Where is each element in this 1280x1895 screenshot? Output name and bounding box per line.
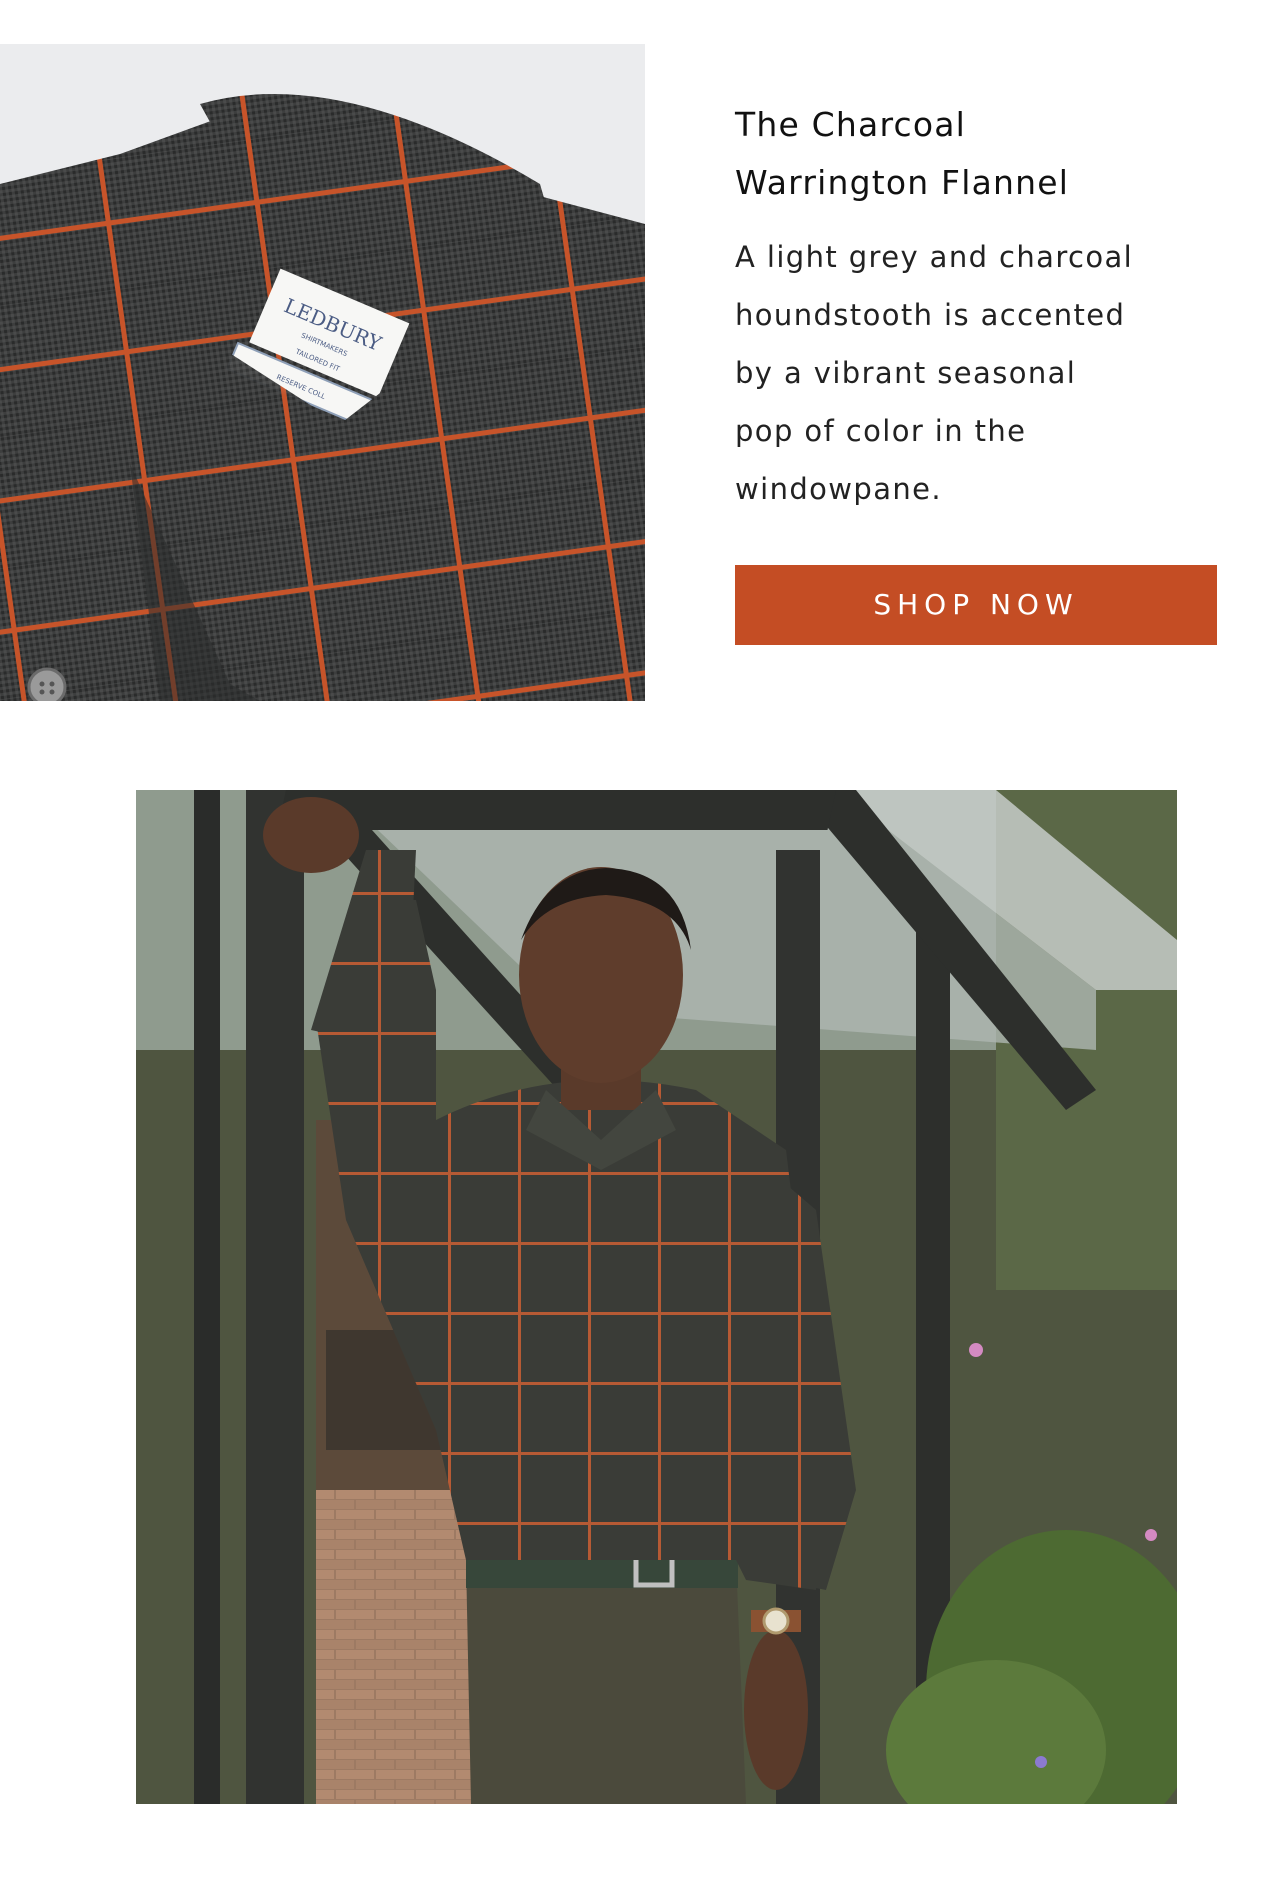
product-description-line: by a vibrant seasonal bbox=[735, 356, 1077, 390]
product-description-line: houndstooth is accented bbox=[735, 298, 1126, 332]
lifestyle-image bbox=[136, 790, 1177, 1804]
product-description-line: A light grey and charcoal bbox=[735, 240, 1134, 274]
product-description-line: pop of color in the bbox=[735, 414, 1027, 448]
product-description: A light grey and charcoal houndstooth is… bbox=[735, 228, 1215, 518]
product-title-line: Warrington Flannel bbox=[735, 163, 1070, 202]
product-copy: The Charcoal Warrington Flannel A light … bbox=[735, 96, 1215, 518]
flannel-collar-illustration: LEDBURY SHIRTMAKERS TAILORED FIT RESERVE… bbox=[0, 44, 645, 701]
shop-now-button[interactable]: SHOP NOW bbox=[735, 565, 1217, 645]
product-description-line: windowpane. bbox=[735, 472, 943, 506]
greenhouse-scene-illustration bbox=[136, 790, 1177, 1804]
product-title-line: The Charcoal bbox=[735, 105, 967, 144]
product-title: The Charcoal Warrington Flannel bbox=[735, 96, 1215, 212]
product-closeup-image: LEDBURY SHIRTMAKERS TAILORED FIT RESERVE… bbox=[0, 44, 645, 701]
